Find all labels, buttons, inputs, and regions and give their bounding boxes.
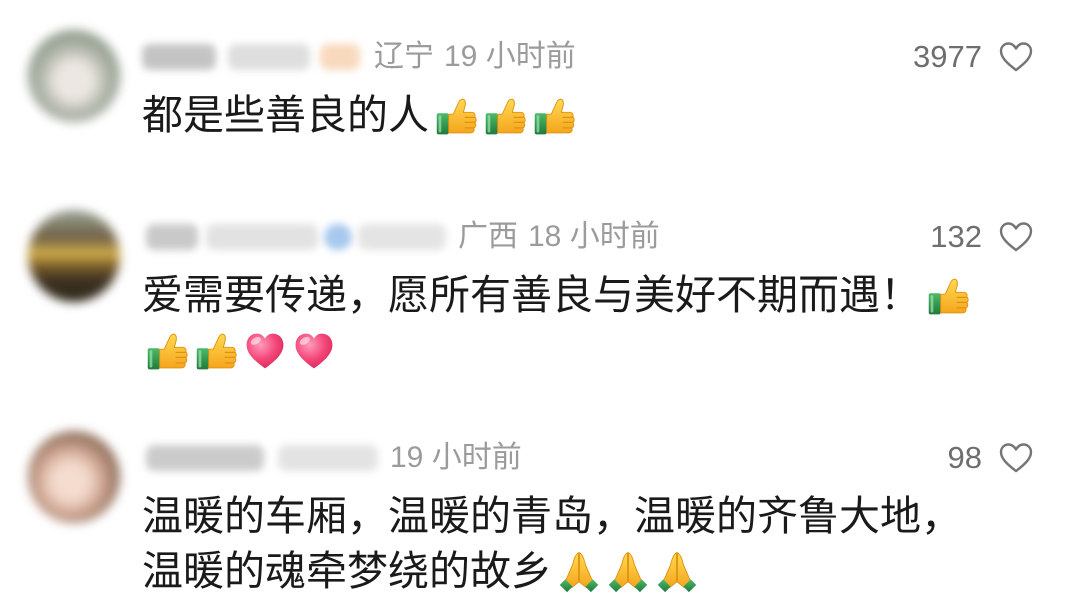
avatar[interactable] — [28, 210, 120, 302]
blurred-name-segment — [146, 445, 264, 471]
thumbs-up-emoji-icon — [145, 329, 189, 373]
comment-body: 都是些善良的人 — [142, 88, 576, 143]
username[interactable] — [142, 217, 446, 257]
comment-text: 爱需要传递，愿所有善良与美好不期而遇！ — [142, 272, 921, 318]
comment-header: 辽宁 19 小时前 — [142, 37, 576, 77]
comment-location: 辽宁 — [374, 40, 434, 73]
blurred-badge — [324, 224, 352, 250]
comment-text: 温暖的车厢，温暖的青岛，温暖的齐鲁大地， — [142, 493, 962, 539]
thumbs-up-emoji-icon — [926, 274, 970, 318]
folded-hands-emoji-icon — [557, 550, 601, 594]
avatar[interactable] — [28, 30, 120, 122]
comment-location: 广西 — [458, 220, 518, 253]
comment-time: 18 小时前 — [528, 220, 660, 253]
like-count: 132 — [930, 219, 982, 254]
username[interactable] — [142, 438, 378, 478]
blurred-name-segment — [142, 44, 216, 70]
blurred-name-segment — [278, 445, 378, 471]
like-button[interactable]: 3977 — [913, 37, 1034, 77]
comment-item[interactable]: 19 小时前 98 温暖的车厢，温暖的青岛，温暖的齐鲁大地， 温暖的魂牵梦绕的故乡 — [0, 431, 1080, 611]
username[interactable] — [142, 37, 360, 77]
heart-outline-icon[interactable] — [998, 442, 1034, 474]
blurred-name-segment — [228, 44, 310, 70]
comment-time: 19 小时前 — [390, 441, 522, 474]
folded-hands-emoji-icon — [655, 550, 699, 594]
like-count: 98 — [947, 440, 982, 475]
like-button[interactable]: 132 — [930, 217, 1034, 257]
avatar[interactable] — [28, 431, 120, 523]
comment-text: 温暖的魂牵梦绕的故乡 — [142, 548, 552, 594]
thumbs-up-emoji-icon — [194, 329, 238, 373]
heart-outline-icon[interactable] — [998, 41, 1034, 73]
like-count: 3977 — [913, 39, 982, 74]
thumbs-up-emoji-icon — [532, 94, 576, 138]
comment-line: 爱需要传递，愿所有善良与美好不期而遇！ — [142, 268, 970, 323]
heart-outline-icon[interactable] — [998, 221, 1034, 253]
blurred-name-segment — [358, 224, 446, 250]
comment-line: 温暖的魂牵梦绕的故乡 — [142, 544, 962, 599]
comment-body: 爱需要传递，愿所有善良与美好不期而遇！ — [142, 268, 970, 378]
comment-header: 广西 18 小时前 — [142, 217, 660, 257]
comment-line: 温暖的车厢，温暖的青岛，温暖的齐鲁大地， — [142, 489, 962, 544]
comment-text: 都是些善良的人 — [142, 92, 429, 138]
comment-item[interactable]: 辽宁 19 小时前 3977 都是些善良的人 — [0, 30, 1080, 210]
comment-header: 19 小时前 — [142, 438, 522, 478]
heart-emoji-icon — [292, 329, 336, 373]
comment-line: 都是些善良的人 — [142, 88, 576, 143]
blurred-name-segment — [206, 224, 318, 250]
comment-item[interactable]: 广西 18 小时前 132 爱需要传递，愿所有善良与美好不期而遇！ — [0, 210, 1080, 390]
like-button[interactable]: 98 — [948, 438, 1034, 478]
blurred-name-segment — [146, 224, 198, 250]
comment-body: 温暖的车厢，温暖的青岛，温暖的齐鲁大地， 温暖的魂牵梦绕的故乡 — [142, 489, 962, 599]
heart-emoji-icon — [243, 329, 287, 373]
folded-hands-emoji-icon — [606, 550, 650, 594]
thumbs-up-emoji-icon — [483, 94, 527, 138]
blurred-badge — [320, 44, 360, 70]
thumbs-up-emoji-icon — [434, 94, 478, 138]
comment-line — [142, 323, 970, 378]
comment-time: 19 小时前 — [444, 40, 576, 73]
